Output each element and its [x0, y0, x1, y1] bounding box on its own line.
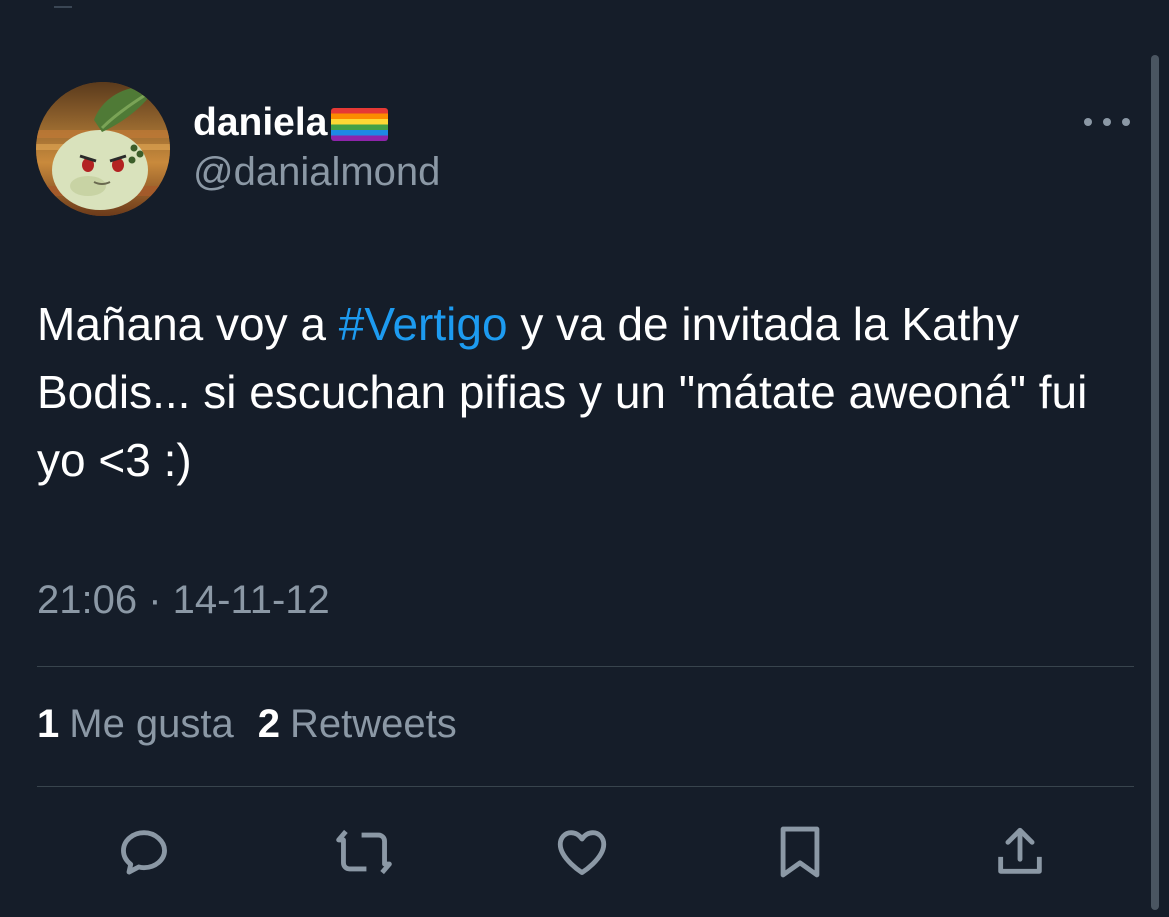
share-icon — [998, 827, 1042, 874]
reply-icon — [121, 830, 167, 875]
bookmark-icon — [780, 826, 820, 878]
divider — [37, 666, 1134, 667]
share-button[interactable] — [990, 822, 1050, 882]
top-edge-mark — [54, 0, 72, 8]
retweets-count: 2 — [257, 702, 281, 746]
bookmark-button[interactable] — [770, 822, 830, 882]
dot — [1084, 118, 1092, 126]
scrollbar[interactable] — [1151, 55, 1159, 910]
tweet-detail-view: daniela @danialmond Mañana voy a #Vertig… — [0, 0, 1169, 917]
likes-stat[interactable]: 1 Me gusta — [37, 702, 234, 747]
likes-label: Me gusta — [69, 702, 234, 746]
avatar[interactable] — [36, 82, 170, 216]
user-handle[interactable]: @danialmond — [193, 150, 440, 195]
display-name[interactable]: daniela — [193, 101, 327, 145]
tweet-text-part1: Mañana voy a — [37, 298, 339, 350]
more-dots-icon[interactable] — [1084, 110, 1130, 134]
like-button[interactable] — [552, 822, 612, 882]
tweet-timestamp[interactable]: 21:06 · 14-11-12 — [37, 578, 330, 623]
rainbow-flag-icon — [331, 107, 389, 141]
heart-icon — [557, 830, 607, 875]
dot — [1103, 118, 1111, 126]
retweet-icon — [336, 829, 392, 875]
reply-button[interactable] — [114, 822, 174, 882]
retweets-stat[interactable]: 2 Retweets — [258, 702, 457, 747]
likes-count: 1 — [37, 702, 60, 746]
retweets-label: Retweets — [290, 702, 457, 746]
divider — [37, 786, 1134, 787]
tweet-text: Mañana voy a #Vertigo y va de invitada l… — [37, 290, 1147, 494]
chikorita-avatar-image — [36, 82, 170, 216]
author-name-row[interactable]: daniela — [193, 98, 389, 148]
retweet-button[interactable] — [334, 822, 394, 882]
engagement-stats: 1 Me gusta 2 Retweets — [37, 702, 457, 747]
hashtag-link[interactable]: #Vertigo — [339, 298, 508, 350]
dot — [1122, 118, 1130, 126]
